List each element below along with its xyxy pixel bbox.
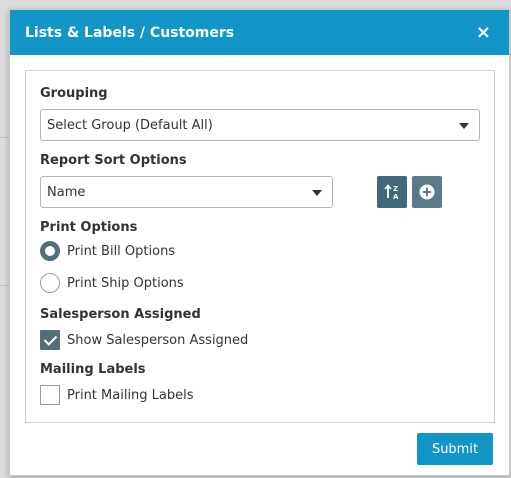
salesperson-label: Salesperson Assigned: [40, 307, 201, 322]
show-salesperson-checkbox-row[interactable]: Show Salesperson Assigned: [40, 330, 248, 350]
checkbox-checked[interactable]: [40, 330, 60, 350]
checkbox-unchecked[interactable]: [40, 385, 60, 405]
grouping-select-value: Select Group (Default All): [47, 117, 213, 133]
radio-label: Print Bill Options: [67, 243, 176, 259]
chevron-down-icon: [459, 123, 469, 129]
sort-order-button[interactable]: Z A: [377, 176, 407, 208]
background-divider: [0, 285, 9, 286]
sort-label: Report Sort Options: [40, 153, 187, 168]
grouping-label: Grouping: [40, 86, 108, 101]
radio-label: Print Ship Options: [67, 275, 184, 291]
lists-labels-modal: Lists & Labels / Customers × Grouping Se…: [9, 9, 510, 476]
background-divider: [0, 137, 9, 138]
radio-button[interactable]: [40, 273, 60, 293]
sort-select[interactable]: Name: [40, 176, 333, 208]
modal-header: Lists & Labels / Customers ×: [10, 10, 509, 55]
print-mailing-checkbox-row[interactable]: Print Mailing Labels: [40, 385, 194, 405]
checkbox-label: Print Mailing Labels: [67, 387, 194, 403]
chevron-down-icon: [312, 190, 322, 196]
checkbox-label: Show Salesperson Assigned: [67, 332, 249, 348]
radio-print-ship[interactable]: Print Ship Options: [40, 273, 184, 293]
close-icon[interactable]: ×: [476, 23, 491, 42]
options-panel: Grouping Select Group (Default All) Repo…: [25, 70, 495, 423]
grouping-select[interactable]: Select Group (Default All): [40, 109, 480, 141]
print-options-label: Print Options: [40, 220, 138, 235]
sort-alpha-icon: Z A: [384, 184, 399, 201]
sort-select-value: Name: [47, 184, 86, 200]
modal-title: Lists & Labels / Customers: [25, 24, 235, 41]
add-sort-button[interactable]: [412, 176, 442, 208]
svg-text:Z: Z: [393, 185, 398, 193]
radio-print-bill[interactable]: Print Bill Options: [40, 241, 175, 261]
submit-button[interactable]: Submit: [417, 433, 493, 465]
mailing-label: Mailing Labels: [40, 362, 146, 377]
plus-circle-icon: [419, 184, 435, 200]
radio-button[interactable]: [40, 241, 60, 261]
svg-text:A: A: [393, 193, 399, 201]
